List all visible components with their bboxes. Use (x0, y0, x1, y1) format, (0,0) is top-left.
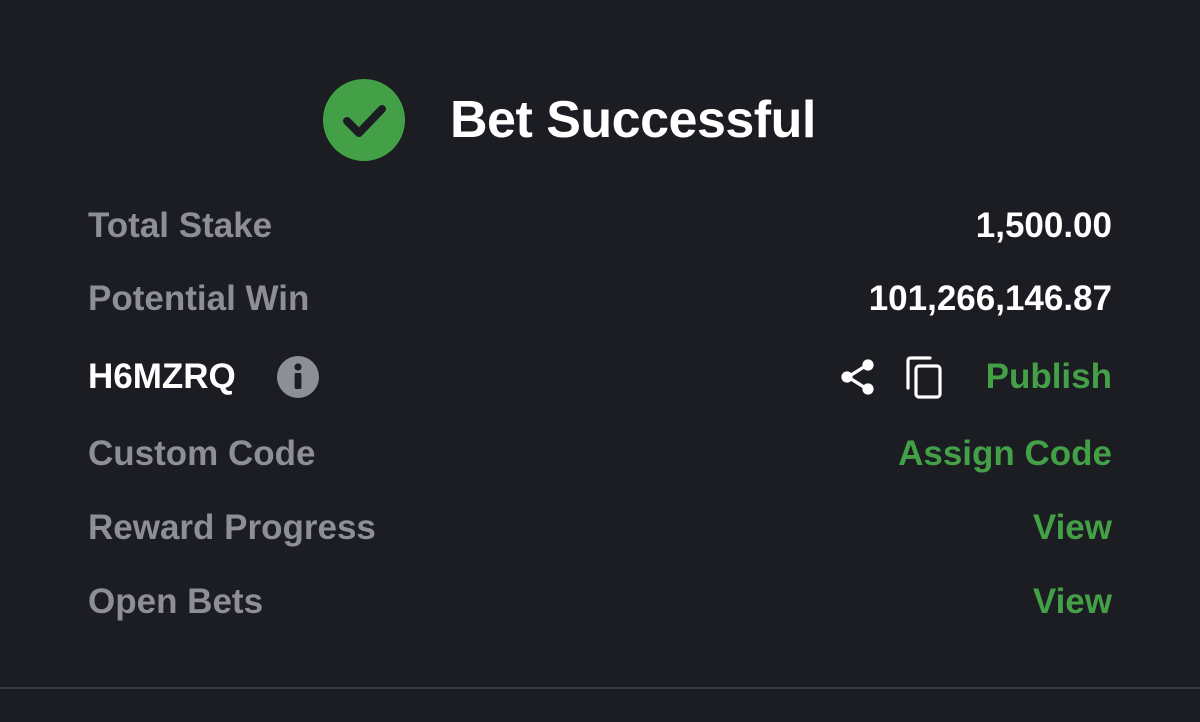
open-bets-label: Open Bets (88, 582, 264, 621)
info-icon[interactable] (276, 355, 320, 399)
booking-code-row: H6MZRQ Publish (88, 351, 1112, 403)
potential-win-value: 101,266,146.87 (868, 279, 1112, 318)
bet-success-header: Bet Successful (0, 64, 1200, 161)
share-icon[interactable] (838, 357, 878, 397)
bottom-divider (0, 687, 1200, 689)
custom-code-label: Custom Code (88, 434, 316, 473)
publish-button[interactable]: Publish (986, 351, 1112, 403)
check-circle-icon (322, 78, 406, 162)
copy-icon[interactable] (904, 355, 944, 399)
open-bets-view-link[interactable]: View (1033, 576, 1112, 628)
total-stake-label: Total Stake (88, 206, 273, 245)
reward-progress-label: Reward Progress (88, 508, 376, 547)
reward-progress-row: Reward Progress View (88, 502, 1112, 554)
potential-win-row: Potential Win 101,266,146.87 (88, 273, 1112, 325)
custom-code-row: Custom Code Assign Code (88, 428, 1112, 480)
page-title: Bet Successful (450, 91, 816, 149)
total-stake-value: 1,500.00 (975, 206, 1112, 245)
assign-code-button[interactable]: Assign Code (898, 428, 1112, 480)
total-stake-row: Total Stake 1,500.00 (88, 200, 1112, 252)
reward-progress-view-link[interactable]: View (1033, 502, 1112, 554)
potential-win-label: Potential Win (88, 279, 310, 318)
booking-code: H6MZRQ (88, 357, 236, 396)
open-bets-row: Open Bets View (88, 576, 1112, 628)
